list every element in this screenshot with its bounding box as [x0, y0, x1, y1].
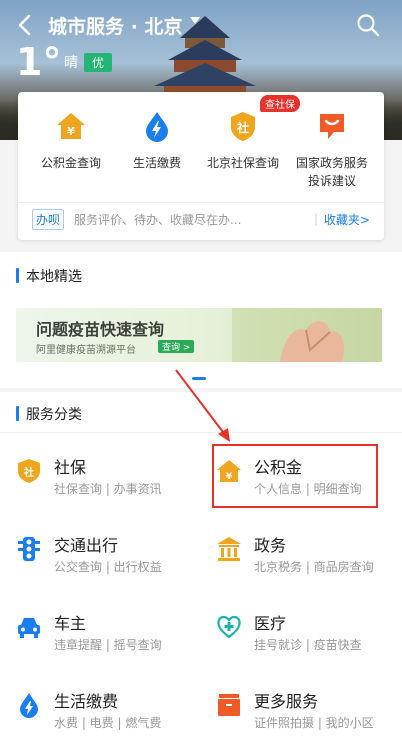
label-line-1: 国家政务服务	[295, 156, 368, 170]
service-name: 更多服务	[254, 692, 319, 711]
shortcut-label: 国家政务服务 投诉建议	[284, 154, 380, 190]
chat-bubble-icon	[320, 114, 344, 139]
government-building-icon	[217, 537, 241, 561]
service-shebao[interactable]: 社 社保 社保查询 | 办事资讯	[16, 454, 206, 514]
shortcut-label: 生活缴费	[132, 156, 181, 170]
service-government[interactable]: 政务 北京税务 | 商品房查询	[216, 532, 402, 592]
svg-text:¥: ¥	[67, 125, 75, 138]
search-icon[interactable]	[356, 13, 380, 37]
vaccine-banner[interactable]: 问题疫苗快速查询 阿里健康疫苗溯源平台 查询 >	[16, 308, 382, 362]
weather-text: 晴	[64, 55, 78, 71]
service-life-payment[interactable]: 生活缴费 水费 | 电费 | 燃气费	[16, 688, 206, 748]
service-sub: 社保查询 | 办事资讯	[54, 482, 162, 496]
aqi-badge: 优	[84, 53, 113, 72]
banner-subtitle: 阿里健康疫苗溯源平台	[36, 345, 136, 356]
service-car-owner[interactable]: 车主 违章提醒 | 摇号查询	[16, 610, 206, 670]
shortcut-shebao[interactable]: 社 北京社保查询	[198, 110, 288, 172]
water-bolt-icon	[20, 693, 38, 718]
service-name: 交通出行	[54, 536, 119, 555]
medical-heart-icon	[217, 615, 241, 639]
city-dropdown-caret-icon[interactable]	[190, 17, 200, 24]
section-title-local: 本地精选	[16, 266, 82, 286]
banner-query-chip: 查询 >	[158, 340, 195, 353]
service-sub: 公交查询 | 出行权益	[54, 560, 162, 574]
shortcut-complaint[interactable]: 国家政务服务 投诉建议	[284, 110, 380, 190]
house-yen-icon: ¥	[57, 113, 85, 139]
shortcut-label: 北京社保查询	[206, 156, 279, 170]
service-medical[interactable]: 医疗 挂号就诊 | 疫苗快查	[216, 610, 402, 670]
page-title[interactable]: 城市服务 · 北京	[48, 12, 182, 39]
service-sub: 挂号就诊 | 疫苗快查	[254, 638, 362, 652]
heart-hands-image	[232, 308, 382, 362]
service-name: 生活缴费	[54, 692, 119, 711]
back-arrow-icon[interactable]	[12, 12, 38, 38]
service-sub: 证件照拍摄 | 我的小区	[254, 716, 374, 730]
carousel-indicator	[192, 377, 206, 380]
shortcut-card: ¥ 公积金查询 生活缴费 查社保 社 北京社保查询 国家政务服务 投诉建议 办呗 …	[18, 92, 384, 240]
section-title-services: 服务分类	[16, 404, 82, 424]
service-name: 政务	[254, 536, 287, 555]
service-more[interactable]: 更多服务 证件照拍摄 | 我的小区	[216, 688, 402, 748]
shield-she-icon: 社	[18, 459, 40, 483]
banji-hint[interactable]: 服务评价、待办、收藏尽在办...	[74, 211, 241, 228]
water-bolt-icon	[146, 112, 168, 142]
separator: |	[314, 212, 319, 226]
service-name: 车主	[54, 614, 87, 633]
shortcut-gjj[interactable]: ¥ 公积金查询	[26, 110, 116, 172]
service-transport[interactable]: 交通出行 公交查询 | 出行权益	[16, 532, 206, 592]
more-box-icon	[218, 694, 240, 716]
shield-she-icon: 社	[231, 112, 255, 141]
banner-title: 问题疫苗快速查询	[36, 320, 165, 339]
favorites-link[interactable]: 收藏夹>	[324, 211, 370, 228]
traffic-light-icon	[18, 537, 40, 561]
shortcut-life-payment[interactable]: 生活缴费	[112, 110, 202, 172]
svg-text:社: 社	[236, 120, 249, 135]
service-sub: 水费 | 电费 | 燃气费	[54, 716, 162, 730]
card-divider	[18, 202, 384, 203]
temperature: 1°	[16, 40, 62, 84]
service-name: 医疗	[254, 614, 287, 633]
banji-tag[interactable]: 办呗	[32, 209, 65, 230]
service-sub: 北京税务 | 商品房查询	[254, 560, 374, 574]
service-sub: 违章提醒 | 摇号查询	[54, 638, 162, 652]
car-icon	[18, 618, 40, 638]
svg-text:社: 社	[23, 466, 34, 479]
label-line-2: 投诉建议	[307, 174, 356, 188]
service-name: 社保	[54, 458, 87, 477]
section-divider	[0, 432, 402, 433]
highlight-annotation-box	[212, 444, 378, 508]
shortcut-label: 公积金查询	[40, 156, 101, 170]
